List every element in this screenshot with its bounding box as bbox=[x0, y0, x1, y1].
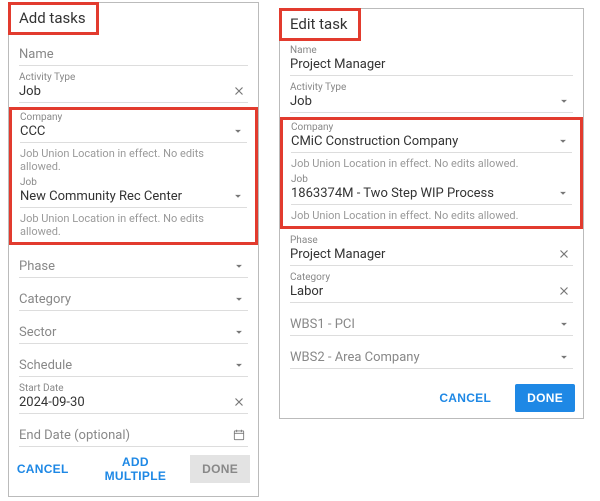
company-field[interactable]: Company CCC bbox=[20, 110, 247, 143]
clear-icon[interactable] bbox=[557, 247, 571, 261]
cancel-button[interactable]: CANCEL bbox=[427, 384, 503, 412]
field-label: Company bbox=[20, 112, 62, 123]
lock-message: Job Union Location in effect. No edits a… bbox=[291, 205, 572, 224]
panel-title: Edit task bbox=[279, 8, 361, 41]
chevron-down-icon bbox=[232, 259, 246, 273]
field-label: Activity Type bbox=[19, 72, 75, 83]
chevron-down-icon bbox=[556, 186, 570, 200]
category-field[interactable]: Category bbox=[19, 282, 248, 311]
field-value: 1863374M - Two Step WIP Process bbox=[291, 186, 572, 202]
locked-group: Company CMiC Construction Company Job Un… bbox=[280, 117, 583, 229]
field-label: Start Date bbox=[19, 383, 64, 394]
start-date-field[interactable]: Start Date 2024-09-30 bbox=[19, 381, 248, 414]
name-field[interactable]: Name Project Manager bbox=[290, 43, 573, 76]
field-label: Activity Type bbox=[290, 82, 346, 93]
field-label: Company bbox=[291, 122, 333, 133]
field-placeholder: WBS1 - PCI bbox=[290, 317, 573, 333]
field-placeholder: Schedule bbox=[19, 358, 248, 374]
wbs2-field[interactable]: WBS2 - Area Company bbox=[290, 340, 573, 369]
footer-actions: CANCEL ADD MULTIPLE DONE bbox=[5, 448, 250, 490]
chevron-down-icon bbox=[556, 134, 570, 148]
chevron-down-icon bbox=[232, 325, 246, 339]
field-placeholder: Category bbox=[19, 292, 248, 308]
cancel-button[interactable]: CANCEL bbox=[5, 455, 81, 483]
footer-actions: CANCEL DONE bbox=[427, 384, 575, 412]
phase-field[interactable]: Phase Project Manager bbox=[290, 233, 573, 266]
done-button: DONE bbox=[190, 455, 250, 483]
chevron-down-icon bbox=[557, 317, 571, 331]
clear-icon[interactable] bbox=[232, 395, 246, 409]
clear-icon[interactable] bbox=[557, 284, 571, 298]
lock-message: Job Union Location in effect. No edits a… bbox=[20, 208, 247, 240]
clear-icon[interactable] bbox=[232, 84, 246, 98]
name-field[interactable]: Name bbox=[19, 37, 248, 66]
field-value: Job bbox=[19, 84, 248, 100]
chevron-down-icon bbox=[232, 292, 246, 306]
chevron-down-icon bbox=[557, 350, 571, 364]
field-value: New Community Rec Center bbox=[20, 189, 247, 205]
field-placeholder: WBS2 - Area Company bbox=[290, 350, 573, 366]
field-value: Labor bbox=[290, 284, 573, 300]
chevron-down-icon bbox=[231, 124, 245, 138]
add-multiple-button[interactable]: ADD MULTIPLE bbox=[93, 448, 179, 490]
chevron-down-icon bbox=[557, 94, 571, 108]
add-tasks-panel: Add tasks Name Activity Type Job Company… bbox=[8, 2, 259, 497]
field-label: Name bbox=[290, 45, 317, 56]
schedule-field[interactable]: Schedule bbox=[19, 348, 248, 377]
done-button[interactable]: DONE bbox=[515, 384, 575, 412]
lock-message: Job Union Location in effect. No edits a… bbox=[291, 153, 572, 172]
field-placeholder: Phase bbox=[19, 259, 248, 275]
field-placeholder: End Date (optional) bbox=[19, 428, 248, 444]
field-placeholder: Sector bbox=[19, 325, 248, 341]
panel-title: Add tasks bbox=[8, 2, 99, 35]
sector-field[interactable]: Sector bbox=[19, 315, 248, 344]
field-value: 2024-09-30 bbox=[19, 395, 248, 411]
activity-type-field[interactable]: Activity Type Job bbox=[290, 80, 573, 113]
field-value: Job bbox=[290, 94, 573, 110]
category-field[interactable]: Category Labor bbox=[290, 270, 573, 303]
calendar-icon[interactable] bbox=[232, 428, 246, 442]
end-date-field[interactable]: End Date (optional) bbox=[19, 418, 248, 447]
company-field[interactable]: Company CMiC Construction Company bbox=[291, 120, 572, 153]
lock-message: Job Union Location in effect. No edits a… bbox=[20, 143, 247, 175]
edit-task-panel: Edit task Name Project Manager Activity … bbox=[279, 8, 584, 419]
chevron-down-icon bbox=[231, 189, 245, 203]
job-field[interactable]: Job New Community Rec Center bbox=[20, 175, 247, 208]
chevron-down-icon bbox=[232, 358, 246, 372]
field-value: CMiC Construction Company bbox=[291, 134, 572, 150]
field-value: Project Manager bbox=[290, 57, 573, 73]
field-label: Job bbox=[20, 177, 37, 188]
phase-field[interactable]: Phase bbox=[19, 249, 248, 278]
name-placeholder: Name bbox=[19, 47, 248, 63]
wbs1-field[interactable]: WBS1 - PCI bbox=[290, 307, 573, 336]
field-label: Phase bbox=[290, 235, 318, 246]
locked-group: Company CCC Job Union Location in effect… bbox=[9, 107, 258, 245]
field-label: Job bbox=[291, 174, 308, 185]
activity-type-field[interactable]: Activity Type Job bbox=[19, 70, 248, 103]
field-value: Project Manager bbox=[290, 247, 573, 263]
field-label: Category bbox=[290, 272, 330, 283]
job-field[interactable]: Job 1863374M - Two Step WIP Process bbox=[291, 172, 572, 205]
field-value: CCC bbox=[20, 124, 247, 140]
